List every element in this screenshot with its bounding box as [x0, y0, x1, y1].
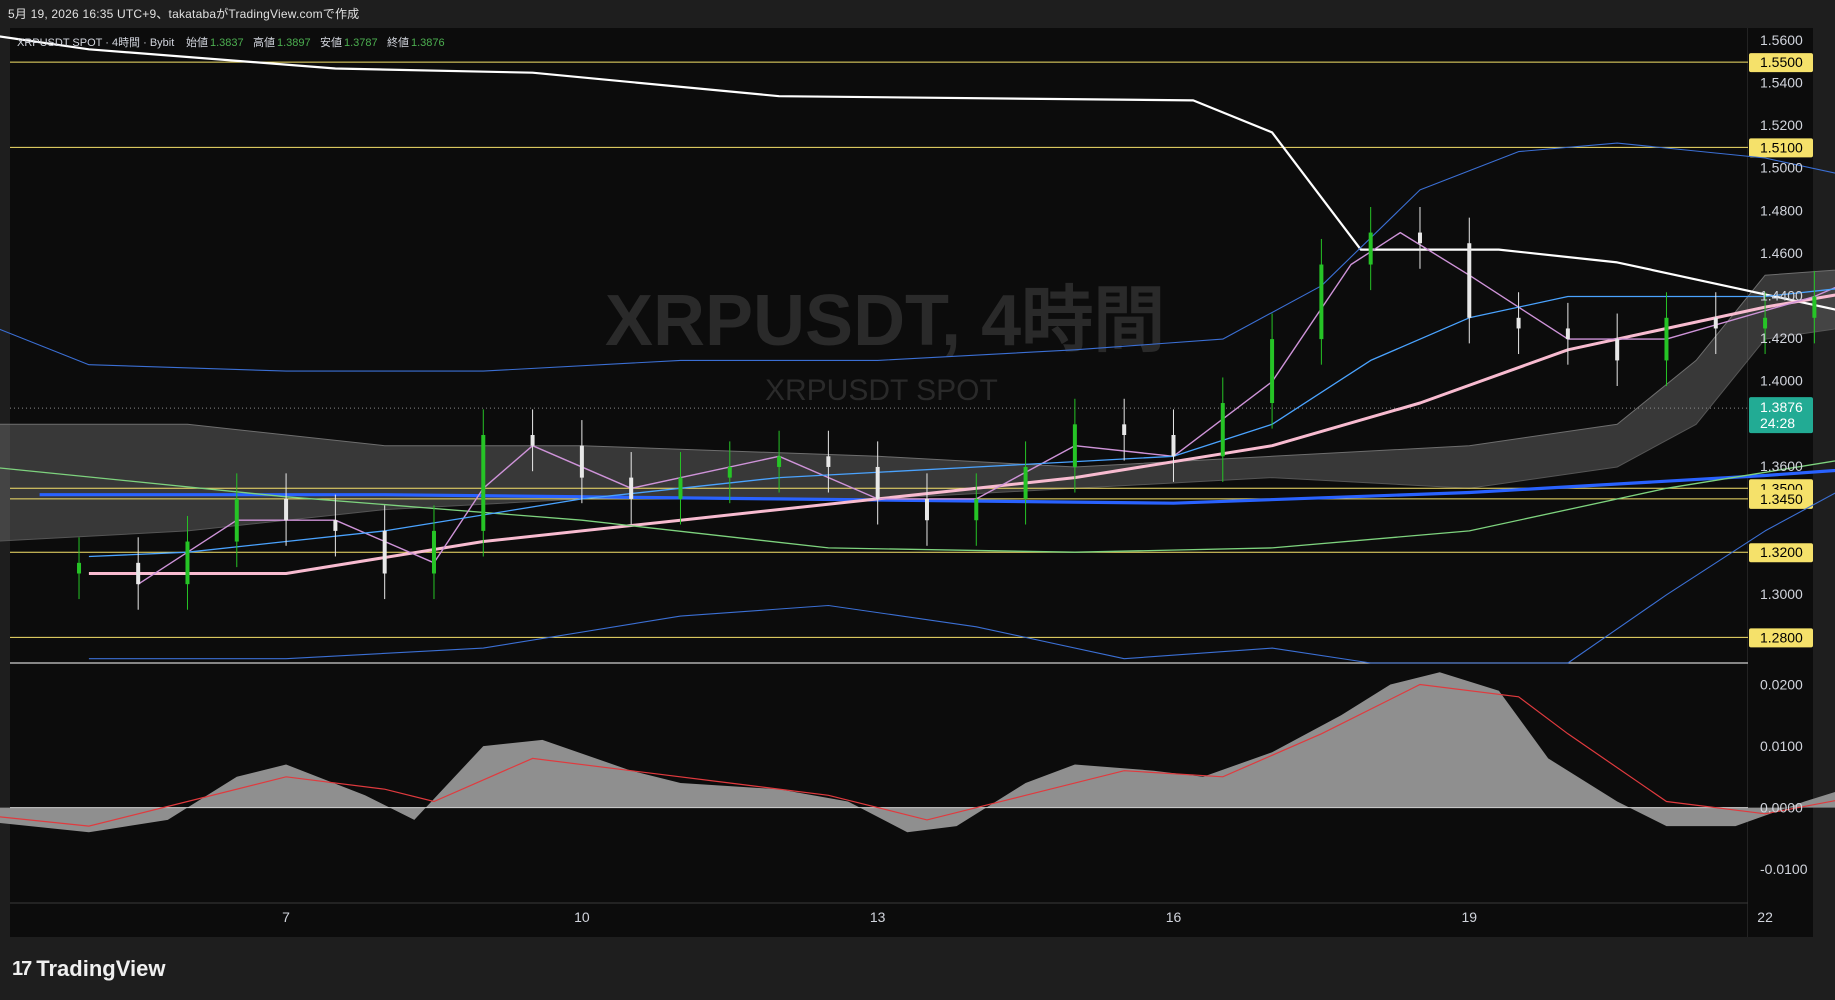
- tradingview-logo-icon: 17: [12, 957, 32, 980]
- candle-body: [234, 498, 239, 542]
- candle-body: [1072, 424, 1077, 467]
- price-tick-label: 1.3600: [1760, 458, 1803, 474]
- candle-body: [678, 477, 683, 499]
- candle-body: [284, 498, 289, 521]
- legend-low-label: 安値: [320, 35, 342, 49]
- legend-symbol: XRPUSDT SPOT · 4時間 · Bybit: [17, 36, 174, 49]
- candle-body: [530, 434, 535, 446]
- candle-body: [579, 445, 584, 478]
- candle-body: [1417, 232, 1422, 244]
- time-tick-label: 19: [1461, 909, 1477, 925]
- candle-body: [826, 456, 831, 467]
- legend-open: 1.3837: [210, 37, 244, 49]
- osc-tick-label: 0.0100: [1760, 738, 1803, 754]
- tradingview-logo[interactable]: 17 TradingView: [12, 956, 165, 982]
- candle-body: [1220, 403, 1225, 457]
- candle-body: [77, 562, 82, 574]
- level-label: 1.5500: [1760, 54, 1803, 70]
- candle-body: [185, 541, 190, 585]
- chart-canvas[interactable]: XRPUSDT, 4時間 XRPUSDT SPOT 1.55001.51001.…: [0, 0, 1835, 1000]
- candle-body: [333, 520, 338, 531]
- candle-body: [1270, 339, 1275, 404]
- legend-low: 1.3787: [344, 37, 378, 49]
- time-tick-label: 13: [870, 909, 886, 925]
- candle-body: [1713, 317, 1718, 329]
- price-tick-label: 1.5600: [1760, 32, 1803, 48]
- legend-close: 1.3876: [411, 37, 445, 49]
- osc-tick-label: 0.0200: [1760, 677, 1803, 693]
- time-tick-label: 22: [1757, 909, 1773, 925]
- candle-body: [1615, 339, 1620, 361]
- time-tick-label: 16: [1166, 909, 1182, 925]
- candle-body: [777, 456, 782, 467]
- candle-body: [481, 434, 486, 531]
- price-tick-label: 1.4000: [1760, 373, 1803, 389]
- candle-body: [1368, 232, 1373, 265]
- price-badge-countdown: 24:28: [1760, 415, 1795, 431]
- price-tick-label: 1.3000: [1760, 586, 1803, 602]
- legend-high-label: 高値: [253, 35, 275, 49]
- candle-body: [924, 498, 929, 521]
- price-tick-label: 1.4600: [1760, 245, 1803, 261]
- candle-body: [875, 466, 880, 499]
- candle-body: [974, 498, 979, 521]
- candle-body: [1812, 296, 1817, 318]
- time-tick-label: 10: [574, 909, 590, 925]
- candle-body: [382, 530, 387, 574]
- candle-body: [629, 477, 634, 499]
- price-tick-label: 1.4400: [1760, 287, 1803, 303]
- price-tick-label: 1.5000: [1760, 160, 1803, 176]
- candle-body: [1171, 434, 1176, 457]
- candle-body: [1664, 317, 1669, 361]
- chart-frame: 5月 19, 2026 16:35 UTC+9、takatabaがTrading…: [0, 0, 1835, 1000]
- tradingview-logo-text: TradingView: [36, 956, 166, 981]
- candle-body: [136, 562, 141, 585]
- level-label: 1.5100: [1760, 139, 1803, 155]
- price-tick-label: 1.4800: [1760, 202, 1803, 218]
- candle-body: [1565, 328, 1570, 340]
- osc-tick-label: -0.0100: [1760, 861, 1808, 877]
- candle-body: [1023, 466, 1028, 499]
- price-tick-label: 1.4200: [1760, 330, 1803, 346]
- legend-open-label: 始値: [186, 35, 208, 49]
- candle-body: [727, 466, 732, 478]
- price-tick-label: 1.5400: [1760, 74, 1803, 90]
- candle-body: [1319, 264, 1324, 340]
- osc-tick-label: 0.0000: [1760, 800, 1803, 816]
- legend-high: 1.3897: [277, 37, 311, 49]
- legend-close-label: 終値: [387, 35, 409, 49]
- candle-body: [1516, 317, 1521, 329]
- level-label: 1.3450: [1760, 491, 1803, 507]
- candle-body: [1763, 317, 1768, 329]
- candle-body: [1122, 424, 1127, 435]
- watermark-market: XRPUSDT SPOT: [765, 374, 998, 407]
- time-tick-label: 7: [282, 909, 290, 925]
- price-badge-value: 1.3876: [1760, 399, 1803, 415]
- level-label: 1.2800: [1760, 629, 1803, 645]
- level-label: 1.3200: [1760, 544, 1803, 560]
- candle-body: [431, 530, 436, 574]
- candle-body: [1467, 243, 1472, 318]
- price-tick-label: 1.5200: [1760, 117, 1803, 133]
